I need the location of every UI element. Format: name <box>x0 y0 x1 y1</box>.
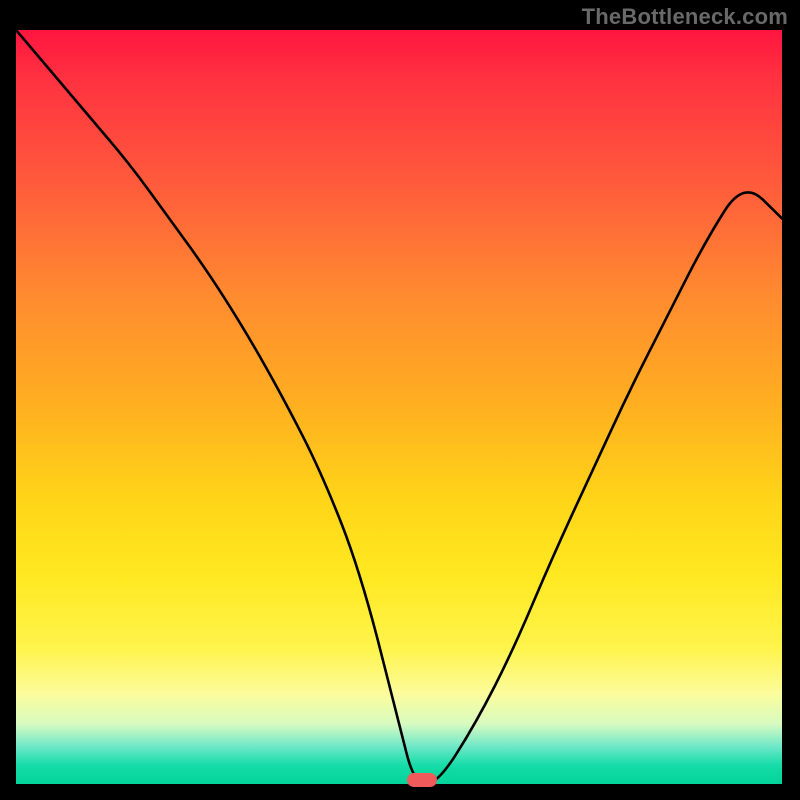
chart-container: TheBottleneck.com <box>0 0 800 800</box>
chart-plot-area <box>16 30 782 784</box>
bottleneck-curve <box>16 30 782 784</box>
optimal-marker <box>407 773 437 787</box>
watermark-text: TheBottleneck.com <box>582 4 788 30</box>
